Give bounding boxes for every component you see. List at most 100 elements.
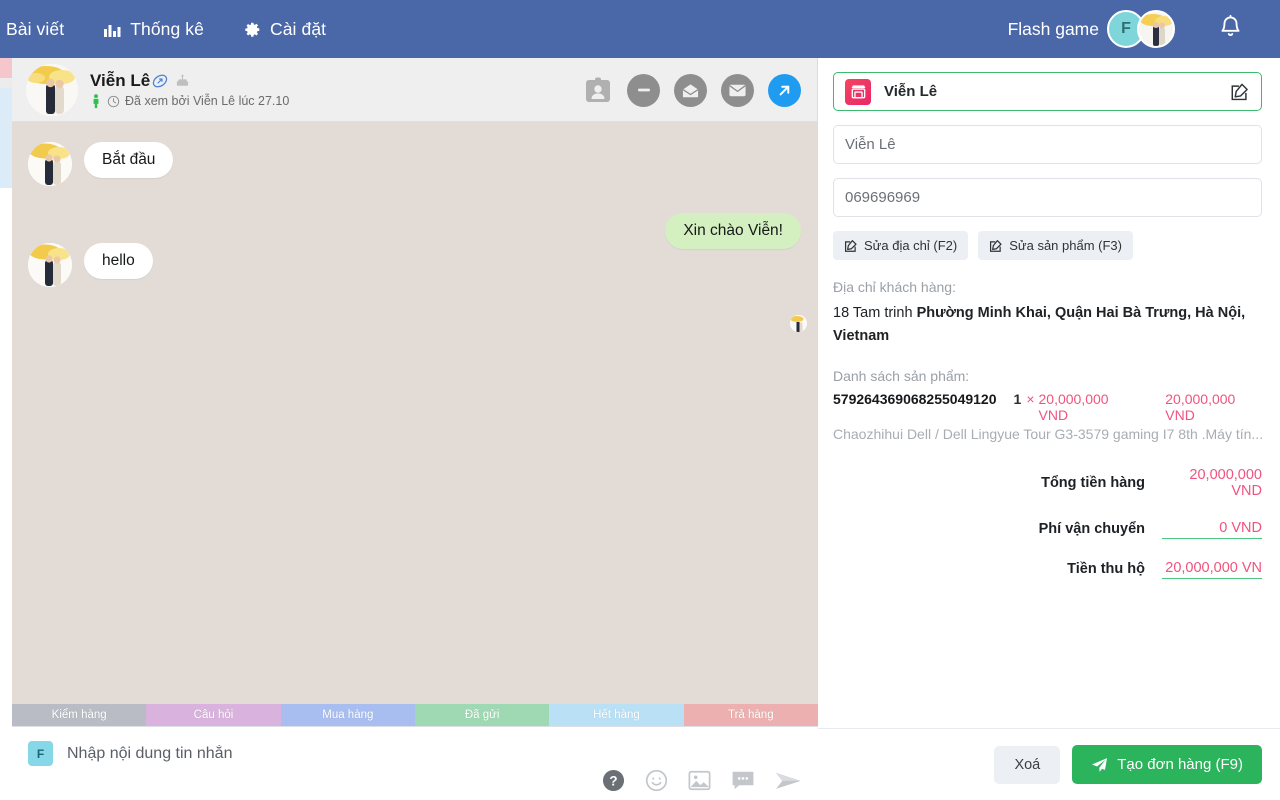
send-icon[interactable] [775, 771, 802, 791]
conversation-strip-item-2[interactable] [0, 78, 12, 88]
bar-chart-icon [104, 22, 121, 37]
quick-reply-icon[interactable] [731, 770, 755, 791]
tag-mua-hang[interactable]: Mua hàng [280, 704, 415, 726]
product-description: Chaozhihui Dell / Dell Lingyue Tour G3-3… [833, 425, 1264, 442]
image-icon[interactable] [688, 770, 711, 791]
conversation-list-strip[interactable] [0, 58, 12, 800]
contact-avatar[interactable] [26, 63, 78, 116]
conversation-strip-item-1[interactable] [0, 58, 12, 78]
conversation-strip-item-3-selected[interactable] [0, 88, 12, 188]
message-avatar [28, 142, 72, 186]
help-icon[interactable]: ? [602, 769, 625, 792]
user-avatar[interactable] [1137, 10, 1175, 48]
order-panel-footer: Xoá Tạo đơn hàng (F9) [818, 728, 1280, 800]
shop-selector-field[interactable]: Viễn Lê [833, 72, 1262, 111]
shop-icon [845, 78, 871, 105]
delete-button[interactable]: Xoá [994, 745, 1061, 784]
paper-plane-icon [1091, 757, 1108, 773]
address-street: 18 Tam trinh [833, 305, 917, 321]
nav-label-statistics: Thống kê [130, 18, 204, 39]
message-avatar [28, 243, 72, 287]
message-row-incoming: hello [12, 243, 817, 287]
message-composer: F ? [12, 726, 818, 800]
mail-closed-icon[interactable] [721, 73, 754, 107]
message-seen-avatar [790, 315, 807, 332]
top-nav-items: Bài viết Thống kê Cài đặt [0, 0, 346, 58]
nav-label-settings: Cài đặt [269, 18, 327, 39]
shop-name-value: Viễn Lê [884, 83, 938, 100]
edit-address-button[interactable]: Sửa địa chỉ (F2) [833, 231, 969, 260]
seen-status-text: Đã xem bởi Viễn Lê lúc 27.10 [125, 94, 290, 108]
chat-header-text: Viễn Lê Đã xem bởi Viễn Lê lúc 27.10 [90, 71, 289, 109]
nav-item-statistics[interactable]: Thống kê [84, 0, 224, 58]
message-bubble: Bắt đầu [84, 142, 174, 178]
order-panel: Viễn Lê Viễn Lê 069696969 Sửa địa chỉ (F… [818, 58, 1280, 800]
product-line: 579264369068255049120 1 × 20,000,000 VND… [833, 391, 1262, 423]
product-quantity: 1 [1013, 390, 1022, 407]
create-order-button[interactable]: Tạo đơn hàng (F9) [1072, 745, 1262, 784]
edit-product-button[interactable]: Sửa sản phẩm (F3) [978, 231, 1133, 260]
conversation-tag-strip: Kiểm hàng Câu hỏi Mua hàng Đã gửi Hết hà… [12, 704, 818, 726]
contact-card-icon[interactable] [583, 75, 613, 105]
cod-input[interactable]: 20,000,000 VN [1162, 560, 1262, 579]
customer-phone-field[interactable]: 069696969 [833, 178, 1262, 217]
link-tag-icon[interactable] [152, 73, 168, 89]
customer-name-field[interactable]: Viễn Lê [833, 125, 1262, 164]
tag-cau-hoi[interactable]: Câu hỏi [146, 704, 281, 726]
message-bubble: Xin chào Viễn! [665, 213, 801, 249]
svg-text:?: ? [609, 773, 617, 788]
edit-address-label: Sửa địa chỉ (F2) [864, 238, 958, 253]
customer-phone-value: 069696969 [845, 189, 921, 206]
chat-header: Viễn Lê Đã xem bởi Viễn Lê lúc 27.10 [12, 58, 817, 122]
customer-name-value: Viễn Lê [845, 136, 896, 153]
flash-game-label[interactable]: Flash game [1008, 19, 1099, 40]
chat-header-actions [583, 58, 801, 122]
composer-page-badge[interactable]: F [28, 741, 53, 766]
edit-pencil-icon[interactable] [1230, 82, 1250, 102]
edit-square-icon [989, 239, 1003, 253]
edit-square-icon [844, 239, 858, 253]
total-row-cod[interactable]: Tiền thu hộ 20,000,000 VN [833, 560, 1262, 579]
message-bubble: hello [84, 243, 153, 279]
message-list: Bắt đầu Xin chào Viễn! hello [12, 122, 817, 734]
tag-het-hang[interactable]: Hết hàng [549, 704, 684, 726]
birthday-cake-icon [175, 73, 190, 88]
edit-product-label: Sửa sản phẩm (F3) [1009, 238, 1122, 253]
nav-item-posts[interactable]: Bài viết [0, 0, 84, 58]
chat-panel: Viễn Lê Đã xem bởi Viễn Lê lúc 27.10 Bắt… [12, 58, 818, 800]
total-goods-label: Tổng tiền hàng [1041, 474, 1145, 491]
products-section-label: Danh sách sản phẩm: [833, 367, 970, 384]
block-minus-icon[interactable] [627, 73, 660, 107]
nav-item-settings[interactable]: Cài đặt [224, 0, 346, 58]
composer-tools: ? [602, 769, 802, 792]
create-order-label: Tạo đơn hàng (F9) [1117, 756, 1243, 773]
message-input[interactable] [67, 744, 667, 763]
shipping-fee-label: Phí vận chuyển [1038, 521, 1145, 538]
customer-address: 18 Tam trinh Phường Minh Khai, Quận Hai … [833, 302, 1262, 348]
tag-da-gui[interactable]: Đã gửi [414, 704, 550, 726]
total-row-goods: Tổng tiền hàng 20,000,000 VND [833, 467, 1262, 499]
total-row-shipping[interactable]: Phí vận chuyển 0 VND [833, 520, 1262, 539]
total-goods-value: 20,000,000 VND [1189, 466, 1262, 499]
cod-label: Tiền thu hộ [1067, 561, 1145, 578]
product-id: 579264369068255049120 [833, 390, 997, 407]
chat-header-name-row: Viễn Lê [90, 71, 289, 91]
product-line-total: 20,000,000 VND [1165, 390, 1236, 423]
product-multiply-sign: × [1026, 390, 1035, 407]
conversation-strip-rest[interactable] [0, 188, 12, 800]
message-row-incoming: Bắt đầu [12, 142, 817, 186]
gear-icon [244, 21, 261, 38]
emoji-icon[interactable] [645, 769, 668, 792]
contact-name: Viễn Lê [90, 70, 151, 90]
mail-open-icon[interactable] [674, 73, 707, 107]
tag-kiem-hang[interactable]: Kiểm hàng [12, 704, 147, 726]
notifications-bell-icon[interactable] [1219, 14, 1242, 45]
share-arrow-icon[interactable] [768, 73, 801, 107]
clock-icon [107, 95, 120, 108]
nav-label-posts: Bài viết [6, 18, 65, 39]
person-online-icon [90, 93, 102, 109]
shipping-fee-input[interactable]: 0 VND [1162, 520, 1262, 539]
product-row[interactable]: 579264369068255049120 1 × 20,000,000 VND… [833, 391, 1264, 442]
composer-input-row: F [12, 727, 818, 766]
tag-tra-hang[interactable]: Trả hàng [683, 704, 818, 726]
